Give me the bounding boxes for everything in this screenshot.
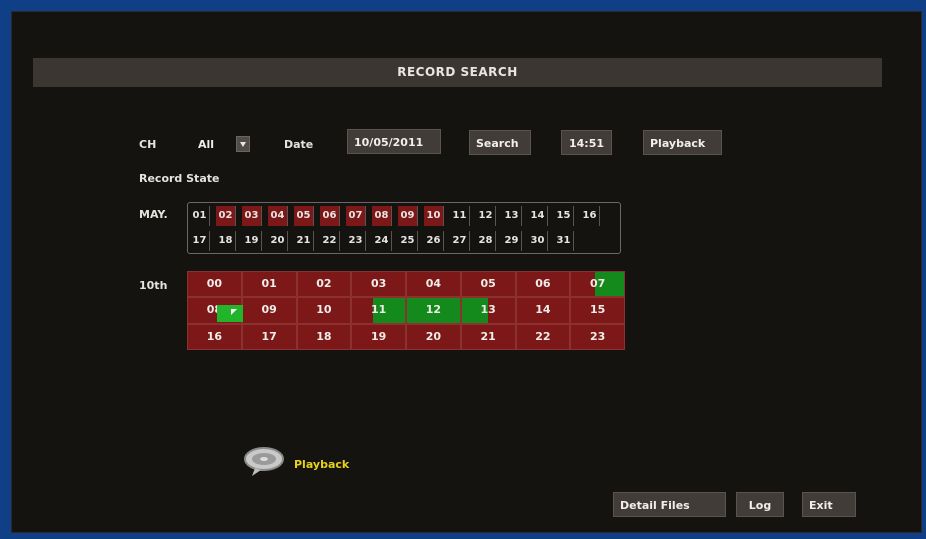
calendar-day[interactable]: 14 <box>528 206 548 226</box>
hour-cell[interactable]: 07 <box>570 271 625 298</box>
time-field[interactable]: 14:51 <box>561 130 612 155</box>
hour-cell[interactable]: 13 <box>460 297 516 324</box>
ch-label: CH <box>139 138 157 151</box>
exit-button[interactable]: Exit <box>802 492 856 517</box>
calendar-day[interactable]: 01 <box>190 206 210 226</box>
calendar-day[interactable]: 30 <box>528 231 548 251</box>
calendar-day[interactable]: 29 <box>502 231 522 251</box>
hour-cell[interactable]: 11 <box>351 297 406 324</box>
hour-cell[interactable]: 02 <box>296 271 352 298</box>
calendar-day[interactable]: 25 <box>398 231 418 251</box>
calendar-day[interactable]: 16 <box>580 206 600 226</box>
ch-dropdown-value: All <box>198 138 215 151</box>
hour-cell[interactable]: 15 <box>570 297 625 324</box>
date-label: Date <box>284 138 314 151</box>
detail-files-button[interactable]: Detail Files <box>613 492 726 517</box>
calendar-day[interactable]: 27 <box>450 231 470 251</box>
hour-cell[interactable]: 21 <box>460 323 516 350</box>
calendar-day[interactable]: 06 <box>320 206 340 226</box>
calendar-day[interactable]: 03 <box>242 206 262 226</box>
cursor-icon <box>217 305 243 322</box>
hour-cell[interactable]: 05 <box>460 271 516 298</box>
calendar-day[interactable]: 24 <box>372 231 392 251</box>
page-title: RECORD SEARCH <box>397 65 518 79</box>
calendar-day[interactable]: 19 <box>242 231 262 251</box>
calendar-day[interactable]: 18 <box>216 231 236 251</box>
calendar-day[interactable]: 04 <box>268 206 288 226</box>
hour-cell[interactable]: 20 <box>406 323 461 350</box>
chevron-down-icon[interactable] <box>236 136 250 152</box>
calendar-day[interactable]: 05 <box>294 206 314 226</box>
hour-cell[interactable]: 12 <box>406 297 461 324</box>
title-bar: RECORD SEARCH <box>33 58 882 87</box>
hour-cell[interactable]: 16 <box>187 323 242 350</box>
calendar-day[interactable]: 13 <box>502 206 522 226</box>
hour-cell[interactable]: 19 <box>351 323 406 350</box>
hour-cell[interactable]: 18 <box>296 323 352 350</box>
hour-cell[interactable]: 03 <box>351 271 406 298</box>
date-field[interactable]: 10/05/2011 <box>347 129 441 154</box>
calendar-day[interactable]: 31 <box>554 231 574 251</box>
hour-grid: 00 01 02 03 04 05 06 07 08 09 10 11 12 13 14 15 16 17 18 19… <box>187 271 625 350</box>
calendar-day[interactable]: 17 <box>190 231 210 251</box>
hour-cell[interactable]: 00 <box>187 271 242 298</box>
calendar-day[interactable]: 21 <box>294 231 314 251</box>
log-button[interactable]: Log <box>736 492 784 517</box>
month-label: MAY. <box>139 208 168 221</box>
hour-cell[interactable]: 17 <box>241 323 297 350</box>
record-state-label: Record State <box>139 172 220 185</box>
calendar-day[interactable]: 22 <box>320 231 340 251</box>
calendar-day[interactable]: 20 <box>268 231 288 251</box>
hour-cell[interactable]: 09 <box>241 297 297 324</box>
calendar-day[interactable]: 28 <box>476 231 496 251</box>
search-button[interactable]: Search <box>469 130 531 155</box>
calendar-day[interactable]: 02 <box>216 206 236 226</box>
calendar-day[interactable]: 15 <box>554 206 574 226</box>
calendar-day[interactable]: 23 <box>346 231 366 251</box>
hour-cell[interactable]: 23 <box>570 323 625 350</box>
calendar-day[interactable]: 11 <box>450 206 470 226</box>
hour-cell[interactable]: 22 <box>515 323 571 350</box>
calendar-day[interactable]: 26 <box>424 231 444 251</box>
hour-cell[interactable]: 06 <box>515 271 571 298</box>
calendar-day[interactable]: 07 <box>346 206 366 226</box>
hour-cell[interactable]: 04 <box>406 271 461 298</box>
playback-button[interactable]: Playback <box>643 130 722 155</box>
playback-disc-icon[interactable] <box>243 446 285 478</box>
calendar-day[interactable]: 10 <box>424 206 444 226</box>
hour-cell[interactable]: 01 <box>241 271 297 298</box>
month-calendar: 01 02 03 04 05 06 07 08 09 10 11 12 13 14 15 16 17 18 19 20… <box>187 202 621 254</box>
calendar-day[interactable]: 12 <box>476 206 496 226</box>
calendar-day[interactable]: 09 <box>398 206 418 226</box>
ch-dropdown[interactable]: All <box>198 136 250 152</box>
calendar-day[interactable]: 08 <box>372 206 392 226</box>
hour-cell[interactable]: 14 <box>515 297 571 324</box>
day-label: 10th <box>139 279 168 292</box>
hour-cell[interactable]: 10 <box>296 297 352 324</box>
playback-label[interactable]: Playback <box>294 458 349 471</box>
